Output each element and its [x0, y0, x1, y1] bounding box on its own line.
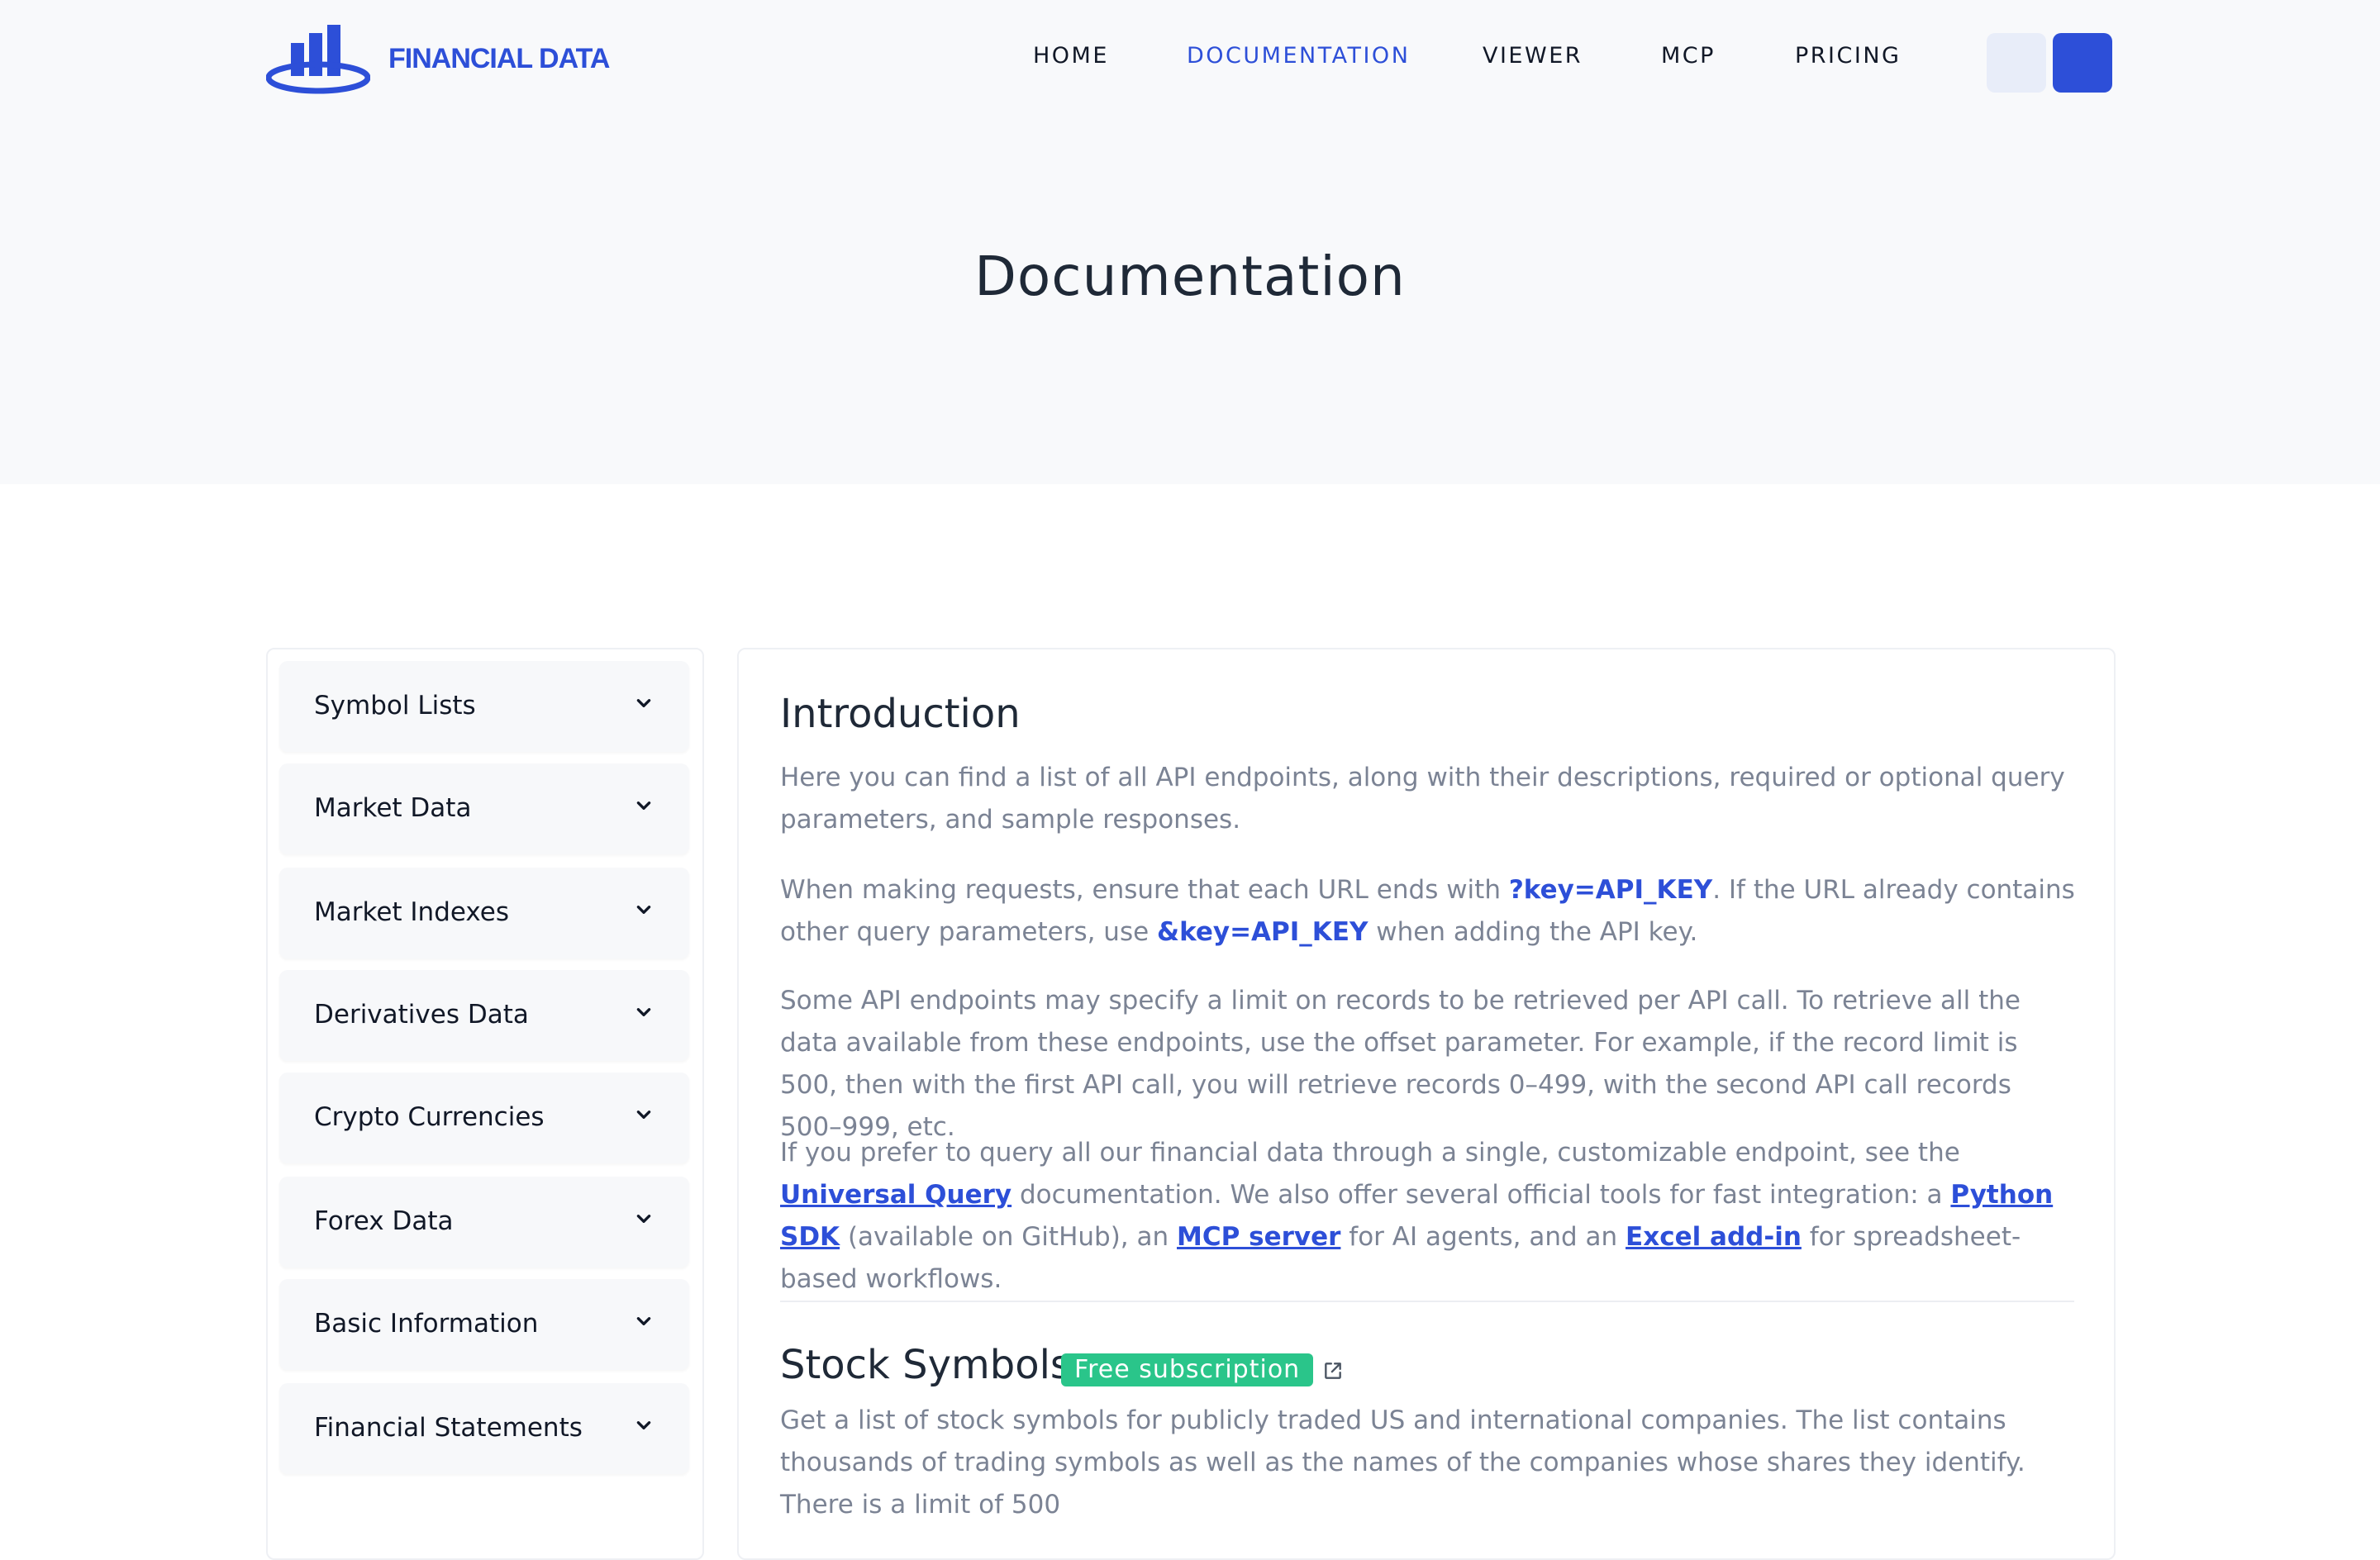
universal-query-link[interactable]: Universal Query — [780, 1180, 1011, 1210]
mcp-server-link[interactable]: MCP server — [1177, 1222, 1340, 1252]
stock-symbols-description: Get a list of stock symbols for publicly… — [780, 1405, 2025, 1520]
chevron-down-icon — [636, 1317, 651, 1325]
account-button[interactable] — [2053, 33, 2112, 93]
introduction-heading: Introduction — [780, 691, 1021, 737]
sidebar-item-forex-data[interactable]: Forex Data — [279, 1177, 689, 1268]
stock-symbols-heading: Stock Symbols — [780, 1342, 1071, 1388]
text-span: (available on GitHub), an — [840, 1222, 1178, 1252]
sidebar-item-symbol-lists[interactable]: Symbol Lists — [279, 661, 689, 752]
key-param-code: &key=API_KEY — [1157, 917, 1368, 947]
sidebar-item-derivatives-data[interactable]: Derivatives Data — [279, 970, 689, 1061]
docs-sidebar: Symbol Lists Market Data Market Indexes … — [266, 648, 704, 1560]
sidebar-item-label: Symbol Lists — [314, 691, 476, 721]
sidebar-item-label: Financial Statements — [314, 1413, 583, 1443]
intro-paragraph-2: When making requests, ensure that each U… — [780, 869, 2078, 954]
chevron-down-icon — [636, 1215, 651, 1223]
theme-toggle-button[interactable] — [1987, 33, 2046, 93]
sidebar-item-label: Crypto Currencies — [314, 1102, 545, 1132]
excel-addin-link[interactable]: Excel add-in — [1626, 1222, 1802, 1252]
key-param-code: ?key=API_KEY — [1508, 875, 1713, 905]
sidebar-item-label: Basic Information — [314, 1309, 539, 1339]
chevron-down-icon — [636, 801, 651, 810]
sidebar-item-crypto-currencies[interactable]: Crypto Currencies — [279, 1072, 689, 1163]
text-span: If you prefer to query all our financial… — [780, 1138, 1960, 1168]
sidebar-item-label: Forex Data — [314, 1206, 454, 1236]
text-span: documentation. We also offer several off… — [1011, 1180, 1951, 1210]
docs-content: Introduction Here you can find a list of… — [737, 648, 2116, 1560]
nav-documentation[interactable]: DOCUMENTATION — [1187, 43, 1410, 69]
sidebar-item-label: Market Indexes — [314, 897, 510, 927]
chevron-down-icon — [636, 699, 651, 707]
text-span: for AI agents, and an — [1340, 1222, 1626, 1252]
text-span: When making requests, ensure that each U… — [780, 875, 1509, 905]
sidebar-item-basic-information[interactable]: Basic Information — [279, 1279, 689, 1370]
sidebar-item-market-data[interactable]: Market Data — [279, 763, 689, 854]
intro-paragraph-1: Here you can find a list of all API endp… — [780, 763, 2065, 835]
sidebar-item-market-indexes[interactable]: Market Indexes — [279, 868, 689, 958]
free-subscription-badge: Free subscription — [1061, 1353, 1314, 1386]
nav-viewer[interactable]: VIEWER — [1483, 43, 1583, 69]
sidebar-item-label: Market Data — [314, 793, 472, 823]
nav-mcp[interactable]: MCP — [1661, 43, 1716, 69]
chevron-down-icon — [636, 1008, 651, 1016]
chevron-down-icon — [636, 1421, 651, 1429]
page-title: Documentation — [974, 245, 1406, 308]
intro-paragraph-4: If you prefer to query all our financial… — [780, 1132, 2078, 1301]
nav-pricing[interactable]: PRICING — [1795, 43, 1901, 69]
section-divider — [780, 1301, 2074, 1302]
chevron-down-icon — [636, 1111, 651, 1119]
sidebar-item-financial-statements[interactable]: Financial Statements — [279, 1383, 689, 1474]
nav-home[interactable]: HOME — [1033, 43, 1109, 69]
intro-paragraph-3: Some API endpoints may specify a limit o… — [780, 986, 2021, 1142]
external-link-icon[interactable] — [1322, 1360, 1344, 1382]
text-span: when adding the API key. — [1368, 917, 1698, 947]
chevron-down-icon — [636, 906, 651, 914]
sidebar-item-label: Derivatives Data — [314, 1000, 529, 1030]
